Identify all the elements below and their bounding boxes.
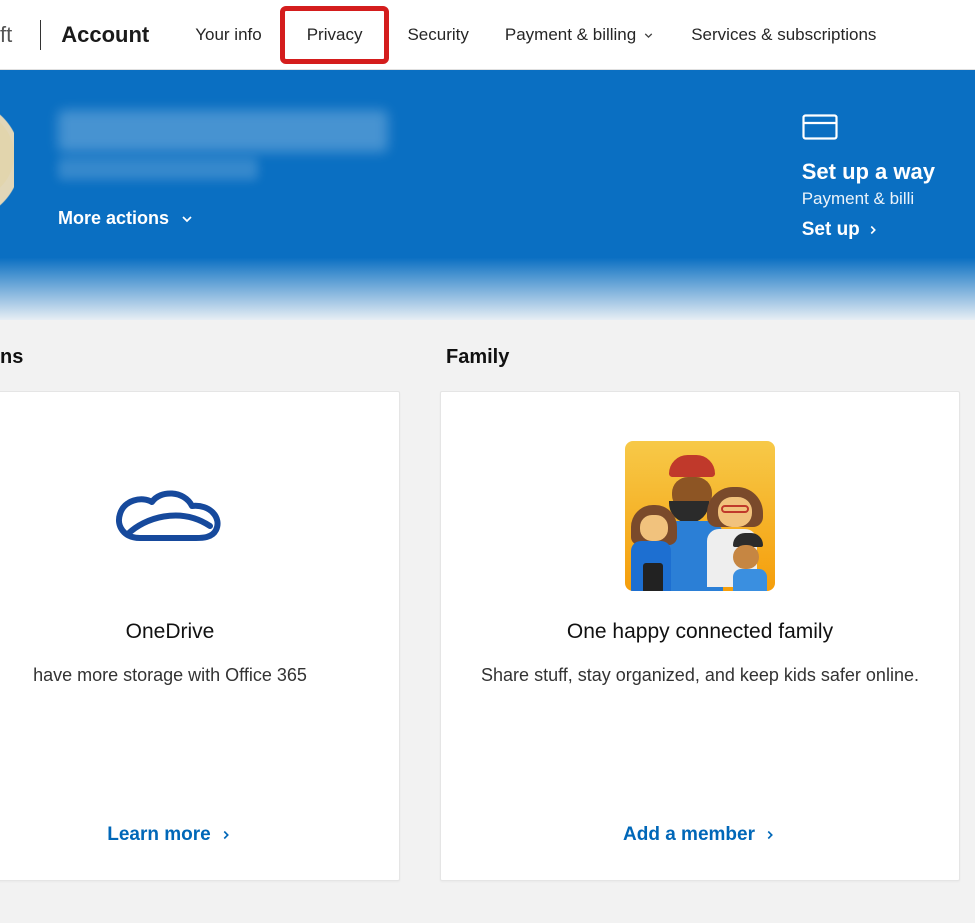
brand-fragment: ft	[0, 22, 16, 48]
family-action-label: Add a member	[623, 824, 755, 846]
setup-link-label: Set up	[802, 219, 860, 241]
nav-privacy[interactable]: Privacy	[280, 6, 390, 64]
brand-divider	[40, 20, 41, 50]
onedrive-title: OneDrive	[126, 620, 215, 644]
chevron-right-icon	[219, 824, 233, 846]
chevron-right-icon	[763, 824, 777, 846]
subscriptions-title-fragment: ns	[0, 346, 400, 369]
content-area: ns OneDrive have more storage with Offic…	[0, 320, 975, 881]
onedrive-learn-more-link[interactable]: Learn more	[107, 824, 232, 846]
family-card: One happy connected family Share stuff, …	[440, 391, 960, 881]
nav-security-label: Security	[407, 25, 468, 45]
account-label[interactable]: Account	[61, 22, 149, 48]
user-email-redacted	[58, 158, 258, 180]
family-column: Family One happy connected family Share …	[440, 346, 960, 881]
family-card-title: One happy connected family	[567, 620, 833, 644]
nav-security[interactable]: Security	[389, 7, 486, 63]
nav-services-subscriptions[interactable]: Services & subscriptions	[673, 7, 894, 63]
subscriptions-column: ns OneDrive have more storage with Offic…	[0, 346, 400, 881]
nav-your-info[interactable]: Your info	[177, 7, 279, 63]
family-card-desc: Share stuff, stay organized, and keep ki…	[471, 662, 929, 688]
setup-subtitle: Payment & billi	[802, 189, 935, 209]
more-actions-dropdown[interactable]: More actions	[58, 208, 388, 229]
onedrive-action-label: Learn more	[107, 824, 210, 846]
nav-services-label: Services & subscriptions	[691, 25, 876, 45]
nav-payment-label: Payment & billing	[505, 25, 636, 45]
chevron-down-icon	[179, 208, 195, 229]
hero-user-block: More actions	[30, 110, 388, 290]
setup-link[interactable]: Set up	[802, 219, 935, 241]
onedrive-card: OneDrive have more storage with Office 3…	[0, 391, 400, 881]
avatar	[0, 110, 14, 210]
setup-title: Set up a way	[802, 159, 935, 185]
onedrive-icon	[110, 436, 230, 596]
top-navbar: ft Account Your info Privacy Security Pa…	[0, 0, 975, 70]
onedrive-desc: have more storage with Office 365	[23, 662, 317, 688]
nav-privacy-label: Privacy	[307, 25, 363, 45]
credit-card-icon	[802, 114, 935, 145]
family-illustration	[625, 436, 775, 596]
hero-setup-card: Set up a way Payment & billi Set up	[802, 110, 935, 290]
hero-banner: More actions Set up a way Payment & bill…	[0, 70, 975, 320]
nav-your-info-label: Your info	[195, 25, 261, 45]
chevron-down-icon	[642, 25, 655, 45]
user-name-redacted	[58, 110, 388, 152]
family-section-title: Family	[446, 346, 960, 369]
family-add-member-link[interactable]: Add a member	[623, 824, 777, 846]
nav-payment-billing[interactable]: Payment & billing	[487, 7, 673, 63]
chevron-right-icon	[866, 219, 880, 241]
more-actions-label: More actions	[58, 208, 169, 229]
